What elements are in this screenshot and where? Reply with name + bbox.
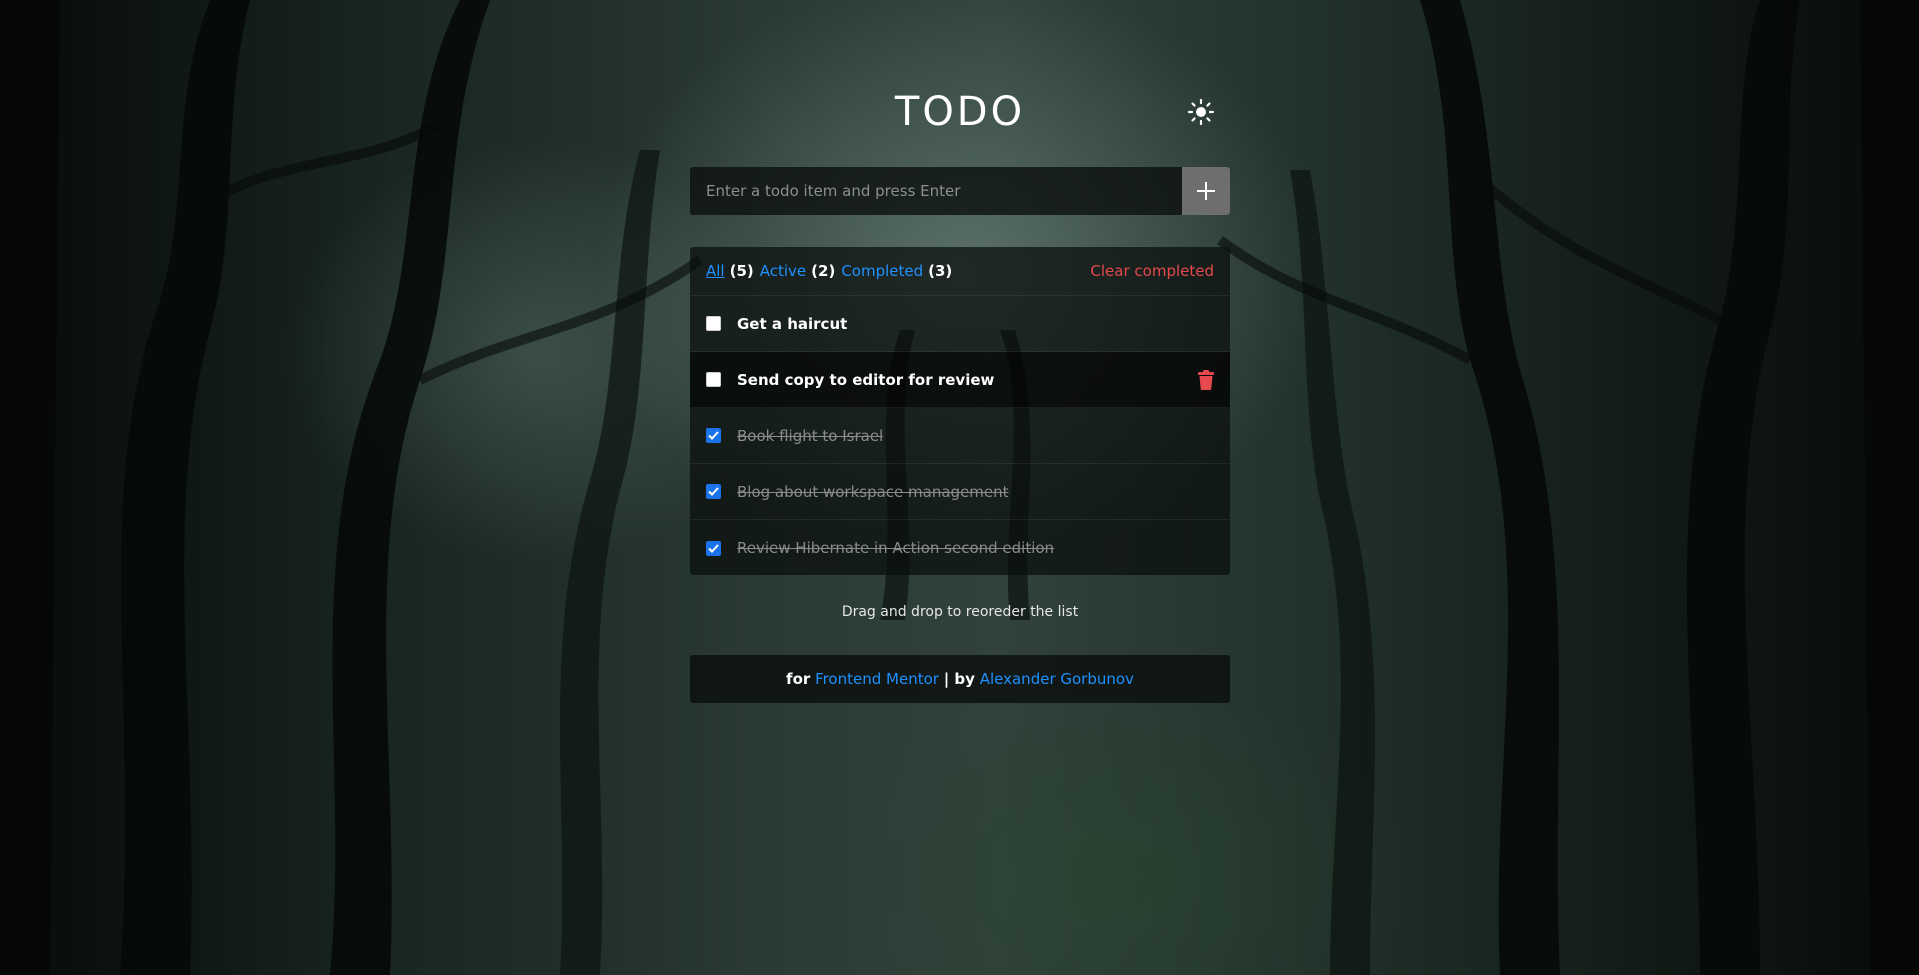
delete-todo-button[interactable] [1198,370,1214,390]
trash-icon [1198,370,1214,390]
filter-all-count: (5) [729,262,754,280]
attribution-footer: for Frontend Mentor | by Alexander Gorbu… [690,655,1230,703]
check-icon [708,543,719,553]
todo-text: Send copy to editor for review [737,370,995,389]
new-todo-form [690,167,1230,215]
todo-item[interactable]: Send copy to editor for review [690,352,1230,408]
todo-text: Book flight to Israel [737,426,884,445]
todo-item[interactable]: Book flight to Israel [690,408,1230,464]
sun-icon [1187,98,1215,126]
footer-separator: | by [943,670,975,688]
todo-item[interactable]: Get a haircut [690,296,1230,352]
drag-drop-hint: Drag and drop to reoreder the list [841,604,1079,620]
plus-icon [1197,182,1215,200]
filter-active-count: (2) [811,262,836,280]
todo-item[interactable]: Blog about workspace management [690,464,1230,520]
todo-list-card: All (5) Active (2) Completed (3) Clear c… [690,247,1230,575]
filter-all[interactable]: All [706,262,725,280]
theme-toggle-button[interactable] [1187,98,1215,126]
todo-checkbox[interactable] [706,372,721,387]
filter-bar: All (5) Active (2) Completed (3) Clear c… [690,247,1230,296]
check-icon [708,431,719,440]
todo-item[interactable]: Review Hibernate in Action second editio… [690,520,1230,576]
todo-text: Blog about workspace management [737,482,1009,501]
filter-completed-count: (3) [928,262,953,280]
filter-active[interactable]: Active [760,262,806,280]
todo-checkbox[interactable] [706,484,721,499]
todo-text: Get a haircut [737,314,848,333]
add-todo-button[interactable] [1182,167,1230,215]
app-title: TODO [894,89,1026,135]
footer-prefix: for [786,670,811,688]
todo-checkbox[interactable] [706,316,721,331]
app-header: TODO [690,84,1230,144]
todo-checkbox[interactable] [706,540,721,556]
new-todo-input[interactable] [690,167,1180,215]
check-icon [708,487,719,496]
filter-completed[interactable]: Completed [841,262,923,280]
todo-checkbox[interactable] [706,428,721,443]
clear-completed-button[interactable]: Clear completed [1090,262,1214,280]
frontend-mentor-link[interactable]: Frontend Mentor [815,670,939,688]
author-link[interactable]: Alexander Gorbunov [980,670,1134,688]
todo-text: Review Hibernate in Action second editio… [737,539,1055,557]
